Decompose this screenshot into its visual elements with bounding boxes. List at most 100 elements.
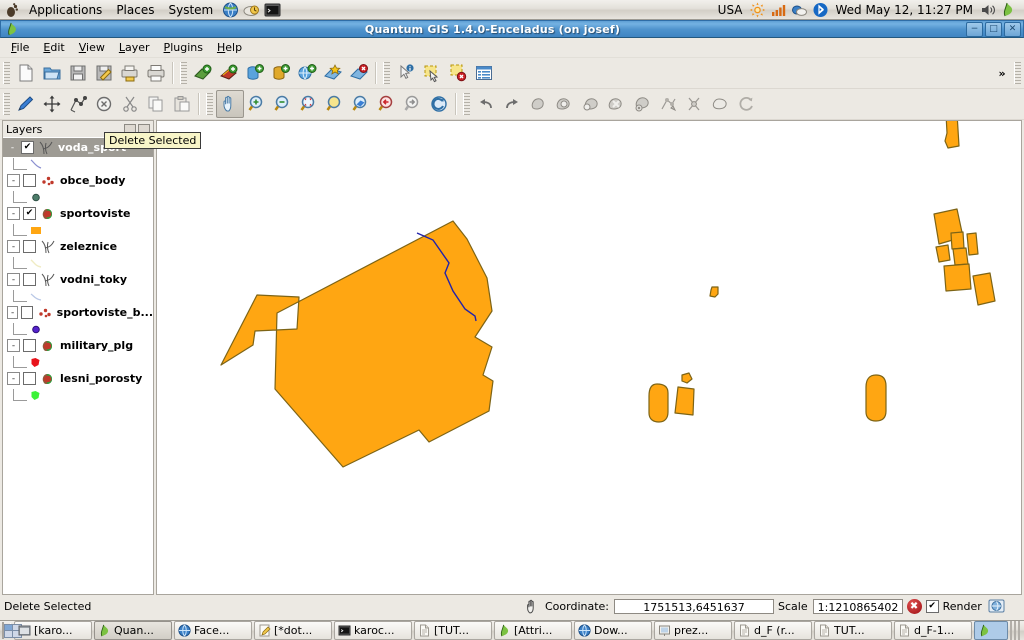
select-features-icon[interactable] — [419, 60, 445, 86]
task-button-1[interactable]: Quan... — [94, 621, 172, 640]
print-composer-icon[interactable] — [117, 60, 143, 86]
add-vector-layer-icon[interactable] — [190, 60, 216, 86]
toolbar-grip[interactable] — [383, 62, 390, 84]
network-signal-icon[interactable] — [770, 2, 787, 18]
simplify-feature-icon[interactable] — [525, 91, 551, 117]
zoom-full-icon[interactable] — [296, 91, 322, 117]
network-manager-icon[interactable] — [791, 2, 808, 18]
open-project-icon[interactable] — [39, 60, 65, 86]
expander-icon[interactable]: - — [7, 339, 20, 352]
menu-system[interactable]: System — [161, 2, 220, 18]
merge-features-icon[interactable] — [707, 91, 733, 117]
delete-selected-icon[interactable] — [91, 91, 117, 117]
toolbar-grip[interactable] — [463, 93, 470, 115]
task-button-3[interactable]: [*dot... — [254, 621, 332, 640]
toggle-editing-icon[interactable] — [13, 91, 39, 117]
print-icon[interactable] — [143, 60, 169, 86]
task-button-6[interactable]: [Attri... — [494, 621, 572, 640]
add-part-icon[interactable] — [577, 91, 603, 117]
layer-item-sportoviste[interactable]: - ✔ sportoviste — [3, 204, 153, 223]
brightness-icon[interactable] — [749, 2, 766, 18]
save-project-icon[interactable] — [65, 60, 91, 86]
layer-item-vodni_toky[interactable]: - vodni_toky — [3, 270, 153, 289]
split-features-icon[interactable] — [681, 91, 707, 117]
toolbar-grip[interactable] — [3, 93, 10, 115]
new-project-icon[interactable] — [13, 60, 39, 86]
task-button-10[interactable]: TUT... — [814, 621, 892, 640]
task-button-11[interactable]: d_F-1... — [894, 621, 972, 640]
layer-visibility-checkbox[interactable] — [23, 339, 36, 352]
node-tool-icon[interactable] — [65, 91, 91, 117]
projection-status-icon[interactable] — [988, 598, 1005, 614]
layer-visibility-checkbox[interactable] — [21, 306, 33, 319]
reshape-features-icon[interactable] — [655, 91, 681, 117]
expander-icon[interactable]: - — [7, 273, 20, 286]
workspace-switcher[interactable] — [2, 622, 22, 639]
layer-item-zeleznice[interactable]: - zeleznice — [3, 237, 153, 256]
task-button-8[interactable]: prez... — [654, 621, 732, 640]
layer-visibility-checkbox[interactable]: ✔ — [23, 207, 36, 220]
expander-icon[interactable]: - — [7, 142, 18, 153]
web-browser-icon[interactable] — [222, 2, 239, 18]
task-button-2[interactable]: Face... — [174, 621, 252, 640]
keyboard-layout-indicator[interactable]: USA — [718, 3, 743, 17]
gnome-foot-icon[interactable] — [4, 2, 20, 18]
terminal-icon[interactable] — [264, 2, 281, 18]
toolbar-grip[interactable] — [180, 62, 187, 84]
identify-features-icon[interactable] — [393, 60, 419, 86]
bluetooth-icon[interactable] — [812, 2, 829, 18]
stop-rendering-button[interactable]: ✖ — [906, 598, 922, 614]
tray-qgis-icon[interactable] — [974, 621, 1008, 640]
pan-map-icon[interactable] — [216, 90, 244, 118]
expander-icon[interactable]: - — [7, 372, 20, 385]
zoom-in-icon[interactable] — [244, 91, 270, 117]
menu-applications[interactable]: Applications — [22, 2, 109, 18]
toolbar-overflow-button[interactable]: » — [993, 67, 1011, 80]
window-close-button[interactable]: ✕ — [1004, 21, 1021, 37]
redo-icon[interactable] — [499, 91, 525, 117]
layer-visibility-checkbox[interactable] — [23, 240, 36, 253]
deselect-features-icon[interactable] — [445, 60, 471, 86]
open-attribute-table-icon[interactable] — [471, 60, 497, 86]
update-manager-icon[interactable] — [243, 2, 260, 18]
toolbar-grip[interactable] — [206, 93, 213, 115]
window-maximize-button[interactable]: □ — [985, 21, 1002, 37]
zoom-next-icon[interactable] — [400, 91, 426, 117]
delete-ring-icon[interactable] — [603, 91, 629, 117]
map-canvas[interactable] — [156, 120, 1022, 595]
expander-icon[interactable]: - — [7, 306, 19, 319]
layer-item-sportoviste_b[interactable]: - sportoviste_b... — [3, 303, 153, 322]
toolbar-grip[interactable] — [3, 62, 10, 84]
task-button-4[interactable]: karoc... — [334, 621, 412, 640]
menu-edit[interactable]: Edit — [36, 39, 71, 56]
layer-visibility-checkbox[interactable] — [23, 273, 36, 286]
menu-view[interactable]: View — [72, 39, 112, 56]
mouse-position-icon[interactable] — [524, 598, 541, 614]
paste-features-icon[interactable] — [169, 91, 195, 117]
delete-part-icon[interactable] — [629, 91, 655, 117]
zoom-to-layer-icon[interactable] — [348, 91, 374, 117]
undo-icon[interactable] — [473, 91, 499, 117]
add-spatialite-layer-icon[interactable] — [268, 60, 294, 86]
remove-layer-icon[interactable] — [346, 60, 372, 86]
task-button-5[interactable]: [TUT... — [414, 621, 492, 640]
menu-plugins[interactable]: Plugins — [157, 39, 210, 56]
qgis-tray-icon[interactable] — [1001, 2, 1018, 18]
scale-field[interactable]: 1:1210865402 — [812, 598, 903, 614]
zoom-last-icon[interactable] — [374, 91, 400, 117]
layer-visibility-checkbox[interactable] — [23, 174, 36, 187]
task-button-0[interactable]: [karo... — [14, 621, 92, 640]
add-raster-layer-icon[interactable] — [216, 60, 242, 86]
expander-icon[interactable]: - — [7, 174, 20, 187]
move-feature-icon[interactable] — [39, 91, 65, 117]
add-ring-icon[interactable] — [551, 91, 577, 117]
new-vector-layer-icon[interactable] — [320, 60, 346, 86]
menu-file[interactable]: FFileile — [4, 39, 36, 56]
task-button-7[interactable]: Dow... — [574, 621, 652, 640]
task-button-9[interactable]: d_F (r... — [734, 621, 812, 640]
refresh-icon[interactable] — [426, 91, 452, 117]
menu-layer[interactable]: Layer — [112, 39, 157, 56]
layers-list[interactable]: - ✔ voda_sport - obce_body - ✔ sportovis… — [3, 137, 153, 594]
expander-icon[interactable]: - — [7, 207, 20, 220]
zoom-out-icon[interactable] — [270, 91, 296, 117]
